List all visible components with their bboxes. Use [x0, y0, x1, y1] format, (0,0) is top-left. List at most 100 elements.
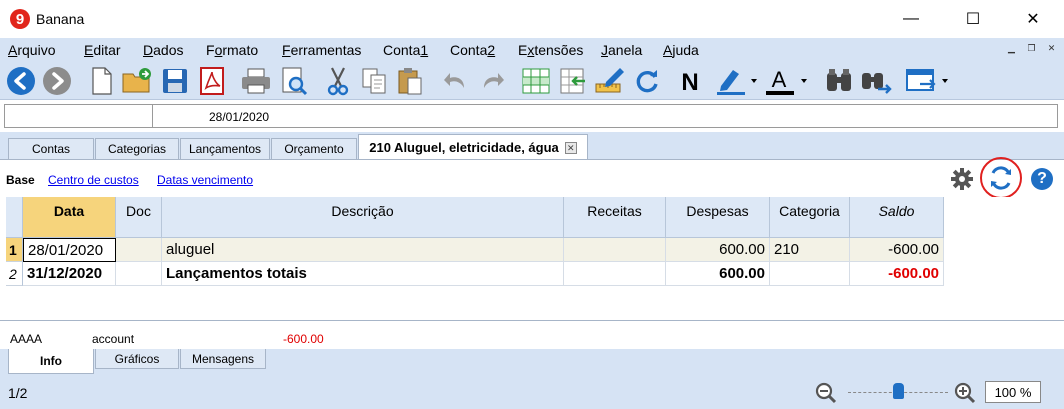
cell-expenses[interactable]: 600.00 [666, 262, 770, 286]
zoom-slider-handle[interactable] [892, 383, 904, 399]
svg-text:A: A [772, 67, 787, 92]
menu-janela[interactable]: Janela [601, 42, 642, 58]
tab-mensagens[interactable]: Mensagens [180, 349, 266, 369]
column-header-data[interactable]: Data [23, 197, 116, 238]
column-header-descricao[interactable]: Descrição [162, 197, 564, 238]
subwindow-close-button[interactable]: ✕ [1045, 42, 1058, 55]
help-icon[interactable]: ? [1031, 168, 1053, 190]
table-tabs: Contas Categorias Lançamentos Orçamento … [0, 132, 1064, 160]
subwindow-minimize-button[interactable]: ▁ [1005, 42, 1018, 55]
print-preview-button[interactable] [278, 65, 310, 97]
menu-arquivo[interactable]: Arquivo [8, 42, 55, 58]
tab-info[interactable]: Info [8, 349, 94, 374]
menu-editar[interactable]: Editar [84, 42, 121, 58]
menu-label-part: juda [672, 42, 699, 58]
text-color-button[interactable]: A [762, 65, 810, 97]
column-header-categoria[interactable]: Categoria [770, 197, 850, 238]
menu-ferramentas[interactable]: Ferramentas [282, 42, 361, 58]
menu-ajuda[interactable]: Ajuda [663, 42, 699, 58]
view-centro-custos[interactable]: Centro de custos [48, 173, 139, 187]
menu-conta1[interactable]: Conta1 [383, 42, 428, 58]
row-number[interactable]: 1 [6, 238, 23, 262]
copy-button[interactable] [358, 65, 390, 97]
new-file-icon [92, 67, 112, 95]
menu-dados[interactable]: Dados [143, 42, 183, 58]
gear-icon[interactable] [951, 168, 973, 190]
cell-reference-field[interactable] [4, 104, 152, 128]
tab-account-210[interactable]: 210 Aluguel, eletricidade, água ✕ [358, 134, 588, 160]
cell-category[interactable]: 210 [770, 238, 850, 262]
cell-value-field[interactable]: 28/01/2020 [152, 104, 1058, 128]
pencil-ruler-icon [595, 68, 624, 93]
menu-conta2[interactable]: Conta2 [450, 42, 495, 58]
column-header-doc[interactable]: Doc [116, 197, 162, 238]
tab-label: Orçamento [284, 142, 344, 156]
toolbar: N A [0, 62, 1064, 100]
undo-button[interactable] [440, 65, 472, 97]
window-arrange-button[interactable] [903, 65, 953, 97]
row-number[interactable]: 2 [6, 262, 23, 286]
column-header-receitas[interactable]: Receitas [564, 197, 666, 238]
save-button[interactable] [159, 65, 191, 97]
view-datas-vencimento[interactable]: Datas vencimento [157, 173, 253, 187]
menu-extensoes[interactable]: Extensões [518, 42, 583, 58]
subwindow-restore-button[interactable]: ❐ [1025, 42, 1038, 55]
minimize-button[interactable]: — [888, 0, 934, 38]
redo-button[interactable] [476, 65, 508, 97]
undo-icon [444, 73, 464, 88]
close-tab-icon[interactable]: ✕ [564, 141, 577, 154]
find-button[interactable] [823, 65, 855, 97]
zoom-level-field[interactable]: 100 % [985, 381, 1041, 403]
find-next-button[interactable] [860, 65, 892, 97]
menu-mnemonic: 2 [487, 42, 496, 58]
paste-button[interactable] [394, 65, 426, 97]
add-row-button[interactable] [520, 65, 552, 97]
cell-doc[interactable] [116, 262, 162, 286]
cell-description[interactable]: Lançamentos totais [162, 262, 564, 286]
scissors-icon [327, 67, 349, 96]
open-file-button[interactable] [121, 65, 153, 97]
view-base[interactable]: Base [6, 173, 35, 187]
cut-button[interactable] [322, 65, 354, 97]
cell-date[interactable]: 28/01/2020 [23, 238, 116, 262]
menu-formato[interactable]: Formato [206, 42, 258, 58]
column-header-despesas[interactable]: Despesas [666, 197, 770, 238]
cell-balance[interactable]: -600.00 [850, 238, 944, 262]
cell-doc[interactable] [116, 238, 162, 262]
highlight-color-button[interactable] [712, 65, 760, 97]
cell-category[interactable] [770, 262, 850, 286]
forward-button[interactable] [41, 65, 73, 97]
maximize-button[interactable]: ☐ [950, 0, 996, 38]
cell-date[interactable]: 31/12/2020 [23, 262, 116, 286]
close-button[interactable]: ✕ [1010, 0, 1056, 38]
transactions-table: Data Doc Descrição Receitas Despesas Cat… [0, 197, 1064, 320]
export-pdf-button[interactable] [196, 65, 228, 97]
tab-contas[interactable]: Contas [8, 138, 94, 159]
cell-expenses[interactable]: 600.00 [666, 238, 770, 262]
tab-graficos[interactable]: Gráficos [95, 349, 179, 369]
zoom-out-icon[interactable] [815, 382, 837, 404]
cell-income[interactable] [564, 262, 666, 286]
menu-mnemonic: J [601, 42, 608, 58]
bold-button[interactable]: N [674, 65, 706, 97]
cell-description[interactable]: aluguel [162, 238, 564, 262]
zoom-in-icon[interactable] [954, 382, 976, 404]
new-file-button[interactable] [86, 65, 118, 97]
print-button[interactable] [240, 65, 272, 97]
table-add-row-icon [522, 68, 550, 94]
tab-orcamento[interactable]: Orçamento [271, 138, 357, 159]
edit-column-button[interactable] [594, 65, 626, 97]
refresh-highlight[interactable] [980, 157, 1022, 199]
binoculars-arrow-icon [862, 73, 892, 94]
binoculars-icon [827, 69, 851, 91]
tab-categorias[interactable]: Categorias [95, 138, 179, 159]
move-row-button[interactable] [556, 65, 588, 97]
column-header-saldo[interactable]: Saldo [850, 197, 944, 238]
recalculate-button[interactable] [631, 65, 663, 97]
menu-label-part: E [518, 42, 528, 58]
cell-income[interactable] [564, 238, 666, 262]
cell-balance[interactable]: -600.00 [850, 262, 944, 286]
back-button[interactable] [5, 65, 37, 97]
tab-lancamentos[interactable]: Lançamentos [180, 138, 270, 159]
title-bar: 9 Banana — ☐ ✕ [0, 0, 1064, 38]
